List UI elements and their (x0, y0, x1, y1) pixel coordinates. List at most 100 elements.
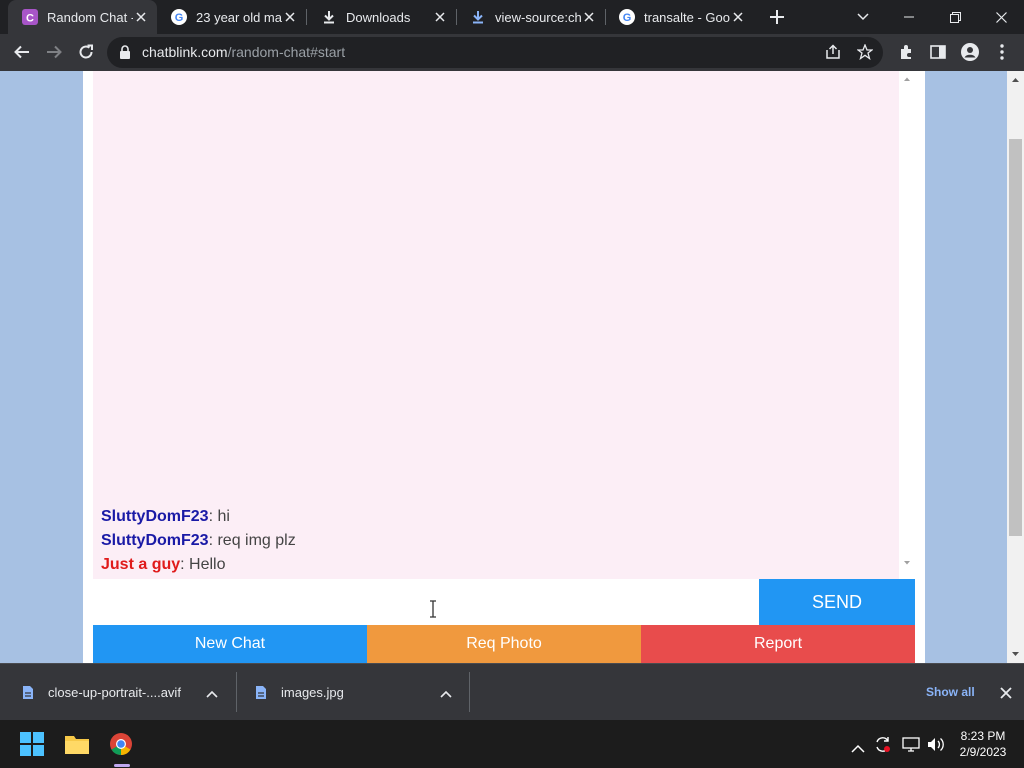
download-icon (321, 9, 337, 25)
chat-scrollbar[interactable] (899, 71, 915, 571)
close-window-button[interactable] (978, 0, 1024, 34)
forward-button[interactable] (40, 38, 68, 66)
file-icon (255, 685, 267, 700)
downloads-bar: close-up-portrait-....avif images.jpg Sh… (0, 663, 1024, 720)
bookmark-star-icon[interactable] (856, 43, 874, 65)
message-nickname: Just a guy (101, 556, 181, 573)
message-nickname: SluttyDomF23 (101, 532, 209, 549)
profile-avatar-icon (961, 43, 979, 61)
chat-container: SluttyDomF23: hi SluttyDomF23: req img p… (83, 71, 925, 663)
message-text: hi (217, 508, 230, 525)
page-scroll-up-icon[interactable] (1009, 76, 1022, 84)
tab-search-button[interactable] (840, 0, 886, 34)
close-tab-icon[interactable] (282, 9, 298, 25)
message-text: Hello (189, 556, 226, 573)
tab-title: view-source:chr (495, 9, 581, 25)
download-blue-icon (470, 9, 486, 25)
menu-button[interactable] (988, 38, 1016, 66)
scroll-down-arrow-icon[interactable] (904, 561, 910, 565)
reload-icon (79, 44, 93, 59)
message-input[interactable] (93, 579, 759, 625)
minimize-button[interactable] (886, 0, 932, 34)
tab-strip: C Random Chat - G 23 year old male Downl… (0, 0, 1024, 34)
tab-title: Random Chat - (47, 9, 133, 25)
page-viewport: SluttyDomF23: hi SluttyDomF23: req img p… (0, 71, 1024, 663)
side-panel-button[interactable] (924, 38, 952, 66)
network-icon[interactable] (902, 737, 920, 757)
sync-icon[interactable] (874, 736, 892, 758)
active-app-indicator (114, 764, 130, 767)
page-scroll-down-icon[interactable] (1009, 650, 1022, 658)
close-icon (995, 11, 1007, 23)
new-tab-button[interactable] (760, 0, 794, 34)
browser-toolbar: chatblink.com/random-chat#start (0, 34, 1024, 71)
tab-title: 23 year old male (196, 9, 282, 25)
chrome-taskbar-button[interactable] (105, 728, 137, 760)
text-cursor-icon (430, 600, 436, 618)
windows-logo-icon (20, 732, 44, 756)
close-tab-icon[interactable] (432, 9, 448, 25)
file-icon (22, 685, 34, 700)
reload-button[interactable] (72, 38, 100, 66)
back-button[interactable] (8, 38, 36, 66)
start-button[interactable] (16, 728, 48, 760)
chat-message: SluttyDomF23: req img plz (101, 529, 891, 553)
volume-icon[interactable] (927, 737, 945, 757)
extensions-button[interactable] (892, 38, 920, 66)
tray-chevron-up-icon[interactable] (851, 740, 865, 758)
minimize-icon (904, 16, 914, 18)
chevron-down-icon (857, 13, 869, 21)
tab-transalte[interactable]: G transalte - Goog (605, 0, 754, 34)
download-filename: images.jpg (281, 684, 344, 700)
lock-icon[interactable] (119, 45, 131, 64)
profile-button[interactable] (956, 38, 984, 66)
download-item[interactable]: images.jpg (237, 664, 469, 720)
send-button[interactable]: SEND (759, 579, 915, 625)
plus-icon (770, 10, 784, 24)
close-tab-icon[interactable] (581, 9, 597, 25)
url-host: chatblink.com (142, 44, 228, 60)
restore-button[interactable] (932, 0, 978, 34)
close-tab-icon[interactable] (730, 9, 746, 25)
chat-message: Just a guy: Hello (101, 553, 891, 577)
tab-title: transalte - Goog (644, 9, 730, 25)
google-favicon-icon: G (171, 9, 187, 25)
download-filename: close-up-portrait-....avif (48, 684, 181, 700)
svg-text:G: G (623, 12, 632, 24)
new-chat-button[interactable]: New Chat (93, 625, 367, 663)
share-icon[interactable] (825, 44, 841, 65)
address-bar[interactable]: chatblink.com/random-chat#start (107, 37, 883, 68)
message-text: req img plz (217, 532, 296, 549)
system-clock[interactable]: 8:23 PM 2/9/2023 (950, 728, 1016, 760)
kebab-menu-icon (1000, 44, 1004, 60)
page-scrollbar-thumb[interactable] (1009, 139, 1022, 536)
file-explorer-button[interactable] (61, 728, 93, 760)
url-text[interactable]: chatblink.com/random-chat#start (142, 37, 345, 68)
scroll-up-arrow-icon[interactable] (904, 77, 910, 82)
show-all-button[interactable]: Show all (926, 664, 975, 720)
windows-taskbar: 8:23 PM 2/9/2023 (0, 720, 1024, 768)
chevron-up-icon[interactable] (440, 686, 452, 701)
close-downloads-icon[interactable] (1000, 686, 1012, 704)
forward-arrow-icon (47, 45, 62, 59)
message-separator: : (180, 556, 190, 573)
close-tab-icon[interactable] (133, 9, 149, 25)
back-arrow-icon (14, 45, 29, 59)
chat-log[interactable]: SluttyDomF23: hi SluttyDomF23: req img p… (93, 71, 899, 579)
chevron-up-icon[interactable] (206, 686, 218, 701)
tab-title: Downloads (346, 9, 411, 25)
restore-icon (949, 11, 961, 23)
message-nickname: SluttyDomF23 (101, 508, 209, 525)
folder-icon (65, 736, 89, 754)
tab-view-source[interactable]: view-source:chr (456, 0, 605, 34)
tab-downloads[interactable]: Downloads (307, 0, 456, 34)
download-item[interactable]: close-up-portrait-....avif (0, 664, 236, 720)
req-photo-button[interactable]: Req Photo (367, 625, 641, 663)
report-button[interactable]: Report (641, 625, 915, 663)
chat-message: SluttyDomF23: hi (101, 505, 891, 529)
message-list: SluttyDomF23: hi SluttyDomF23: req img p… (101, 505, 891, 577)
chrome-icon (110, 733, 132, 755)
svg-text:G: G (175, 12, 184, 24)
tab-23-year-old-male[interactable]: G 23 year old male (157, 0, 306, 34)
tab-random-chat[interactable]: C Random Chat - (8, 0, 157, 34)
